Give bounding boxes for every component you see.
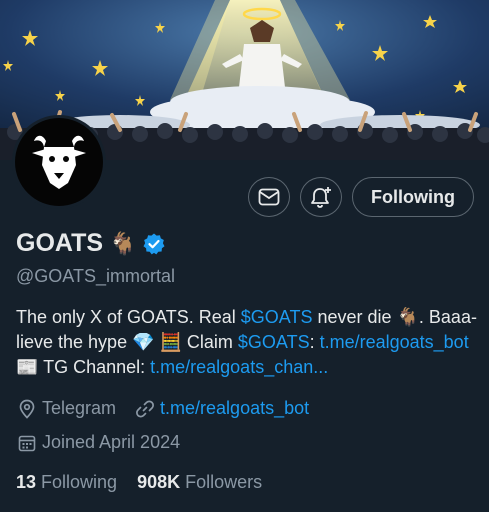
- joined-date: Joined April 2024: [42, 432, 181, 452]
- profile-name-row: GOATS 🐐: [16, 229, 166, 258]
- goat-head-icon: [32, 135, 86, 189]
- website-link[interactable]: t.me/realgoats_bot: [160, 398, 309, 419]
- profile-bio: The only X of GOATS. Real $GOATS never d…: [16, 305, 478, 380]
- notify-button[interactable]: [300, 177, 343, 217]
- goat-emoji: 🐐: [109, 230, 137, 256]
- envelope-icon: [258, 188, 280, 206]
- bell-plus-icon: [311, 187, 332, 208]
- display-name: GOATS: [16, 229, 104, 257]
- following-count: 13: [16, 472, 37, 492]
- bot-link[interactable]: t.me/realgoats_bot: [320, 332, 469, 352]
- location-text: Telegram: [42, 398, 117, 418]
- profile-handle: @GOATS_immortal: [16, 266, 175, 286]
- follow-stats: 13 Following 908K Followers: [16, 472, 262, 493]
- location-pin-icon: [19, 399, 35, 419]
- calendar-icon: [18, 435, 36, 451]
- followers-label: Followers: [185, 472, 263, 492]
- followers-count: 908K: [137, 472, 181, 492]
- channel-link[interactable]: t.me/realgoats_chan...: [150, 357, 328, 377]
- cashtag-link[interactable]: $GOATS: [241, 307, 313, 327]
- profile-actions: Following: [248, 177, 474, 217]
- cashtag-link[interactable]: $GOATS: [238, 332, 310, 352]
- bio-text: The only X of GOATS. Real: [16, 307, 241, 327]
- avatar[interactable]: [12, 115, 106, 209]
- bio-text: 📰 TG Channel:: [16, 357, 151, 377]
- profile-meta-row: Telegram t.me/realgoats_bot: [18, 398, 309, 419]
- following-stat[interactable]: 13 Following: [16, 472, 117, 493]
- bio-text: :: [309, 332, 320, 352]
- profile-joined-row: Joined April 2024: [18, 432, 180, 453]
- following-label: Following: [41, 472, 118, 492]
- followers-stat[interactable]: 908K Followers: [137, 472, 262, 493]
- verified-badge-icon[interactable]: [142, 232, 166, 256]
- message-button[interactable]: [248, 177, 291, 217]
- following-button[interactable]: Following: [352, 177, 474, 217]
- link-icon: [136, 400, 155, 417]
